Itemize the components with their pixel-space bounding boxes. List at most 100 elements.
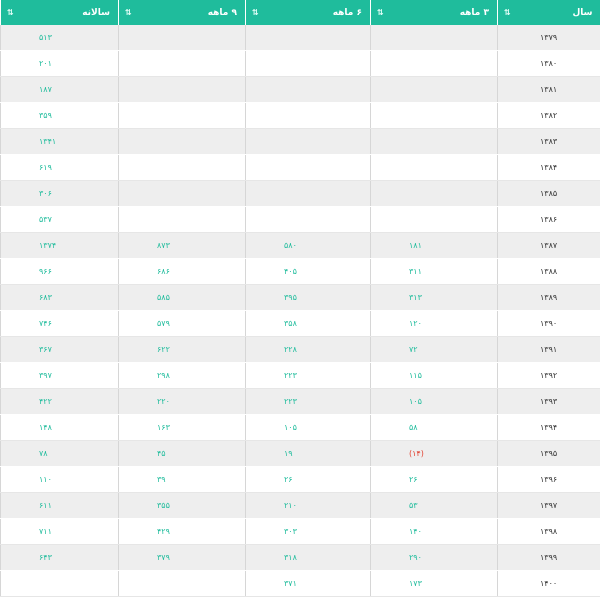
annual-cell: ۹۶۶ — [0, 258, 119, 285]
3-month-cell: ۵۳ — [370, 492, 498, 519]
sort-icon[interactable]: ⇅ — [125, 8, 132, 17]
table-row: ۱۳۹۶ ۲۶ ۲۶ ۳۹ ۱۱۰ — [0, 466, 600, 493]
9-month-cell — [118, 180, 246, 207]
3-month-cell — [370, 128, 498, 155]
annual-cell: ۴۲۲ — [0, 388, 119, 415]
annual-cell: ۱۴۸ — [0, 414, 119, 441]
year-cell: ۱۳۹۲ — [497, 362, 600, 389]
9-month-cell: ۶۸۶ — [118, 258, 246, 285]
table-row: ۱۳۸۵ ۳۰۶ — [0, 180, 600, 207]
9-month-cell — [118, 50, 246, 77]
header-year[interactable]: سال ⇅ — [497, 0, 600, 25]
6-month-cell: ۲۲۳ — [245, 362, 371, 389]
9-month-cell — [118, 570, 246, 597]
sort-icon[interactable]: ⇅ — [504, 8, 511, 17]
9-month-cell — [118, 102, 246, 129]
year-cell: ۱۳۸۳ — [497, 128, 600, 155]
year-cell: ۱۳۹۰ — [497, 310, 600, 337]
table-row: ۱۳۷۹ ۵۱۳ — [0, 25, 600, 51]
3-month-cell — [370, 25, 498, 51]
annual-cell: ۳۰۶ — [0, 180, 119, 207]
header-3-month[interactable]: ۳ ماهه ⇅ — [370, 0, 498, 25]
3-month-cell: ۷۲ — [370, 336, 498, 363]
table-row: ۱۳۸۹ ۳۱۳ ۳۹۵ ۵۸۵ ۶۸۳ — [0, 284, 600, 311]
6-month-cell — [245, 128, 371, 155]
annual-cell: ۳۹۷ — [0, 362, 119, 389]
3-month-cell: ۳۱۳ — [370, 284, 498, 311]
6-month-cell — [245, 180, 371, 207]
table-row: ۱۳۸۸ ۳۱۱ ۴۰۵ ۶۸۶ ۹۶۶ — [0, 258, 600, 285]
year-cell: ۱۳۸۲ — [497, 102, 600, 129]
annual-cell: ۱۱۰ — [0, 466, 119, 493]
annual-cell: ۶۱۱ — [0, 492, 119, 519]
annual-cell: ۵۳۷ — [0, 206, 119, 233]
table-row: ۱۳۹۰ ۱۲۰ ۳۵۸ ۵۷۹ ۷۴۶ — [0, 310, 600, 337]
year-cell: ۱۳۸۰ — [497, 50, 600, 77]
table-row: ۱۳۹۳ ۱۰۵ ۲۲۳ ۲۲۰ ۴۲۲ — [0, 388, 600, 415]
3-month-cell: ۱۰۵ — [370, 388, 498, 415]
9-month-cell — [118, 206, 246, 233]
3-month-cell — [370, 76, 498, 103]
table-row: ۱۳۸۱ ۱۸۷ — [0, 76, 600, 103]
header-9-month-label: ۹ ماهه — [207, 7, 237, 18]
header-row: سال ⇅ ۳ ماهه ⇅ ۶ ماهه ⇅ ۹ ماهه ⇅ سالانه ⇅ — [0, 0, 600, 25]
9-month-cell: ۵۸۵ — [118, 284, 246, 311]
6-month-cell: ۲۲۳ — [245, 388, 371, 415]
9-month-cell — [118, 25, 246, 51]
sort-icon[interactable]: ⇅ — [7, 8, 14, 17]
annual-cell: ۳۶۷ — [0, 336, 119, 363]
3-month-cell — [370, 154, 498, 181]
annual-cell: ۲۰۱ — [0, 50, 119, 77]
9-month-cell: ۴۲۹ — [118, 518, 246, 545]
annual-cell — [0, 570, 119, 597]
annual-cell: ۷۴۶ — [0, 310, 119, 337]
table-row: ۱۳۹۴ ۵۸ ۱۰۵ ۱۶۳ ۱۴۸ — [0, 414, 600, 441]
6-month-cell — [245, 25, 371, 51]
year-cell: ۱۳۹۷ — [497, 492, 600, 519]
3-month-cell: ۱۱۵ — [370, 362, 498, 389]
annual-cell: ۵۱۳ — [0, 25, 119, 51]
data-table: سال ⇅ ۳ ماهه ⇅ ۶ ماهه ⇅ ۹ ماهه ⇅ سالانه ⇅ ۱۳۷… — [0, 0, 600, 597]
year-cell: ۱۳۸۴ — [497, 154, 600, 181]
year-cell: ۱۳۸۷ — [497, 232, 600, 259]
table-row: ۱۳۸۰ ۲۰۱ — [0, 50, 600, 77]
6-month-cell: ۵۸۰ — [245, 232, 371, 259]
9-month-cell — [118, 154, 246, 181]
3-month-cell — [370, 180, 498, 207]
header-annual[interactable]: سالانه ⇅ — [0, 0, 119, 25]
9-month-cell — [118, 128, 246, 155]
year-cell: ۱۳۹۳ — [497, 388, 600, 415]
6-month-cell: ۲۲۸ — [245, 336, 371, 363]
3-month-cell: ۳۱۱ — [370, 258, 498, 285]
header-annual-label: سالانه — [82, 7, 110, 18]
table-row: ۱۳۹۵ (۱۴) ۱۹ ۴۵ ۷۸ — [0, 440, 600, 467]
header-6-month[interactable]: ۶ ماهه ⇅ — [245, 0, 371, 25]
9-month-cell: ۳۹ — [118, 466, 246, 493]
3-month-cell: ۱۴۰ — [370, 518, 498, 545]
table-row: ۱۳۸۳ ۱۳۴۱ — [0, 128, 600, 155]
6-month-cell — [245, 76, 371, 103]
6-month-cell — [245, 102, 371, 129]
header-3-month-label: ۳ ماهه — [459, 7, 489, 18]
6-month-cell: ۳۱۸ — [245, 544, 371, 571]
3-month-cell — [370, 102, 498, 129]
sort-icon[interactable]: ⇅ — [377, 8, 384, 17]
6-month-cell: ۳۰۳ — [245, 518, 371, 545]
3-month-cell: ۲۶ — [370, 466, 498, 493]
9-month-cell — [118, 76, 246, 103]
9-month-cell: ۱۶۳ — [118, 414, 246, 441]
9-month-cell: ۴۵ — [118, 440, 246, 467]
9-month-cell: ۲۹۸ — [118, 362, 246, 389]
sort-icon[interactable]: ⇅ — [252, 8, 259, 17]
annual-cell: ۱۳۷۴ — [0, 232, 119, 259]
6-month-cell: ۲۱۰ — [245, 492, 371, 519]
9-month-cell: ۳۵۵ — [118, 492, 246, 519]
6-month-cell: ۳۹۵ — [245, 284, 371, 311]
year-cell: ۱۳۸۶ — [497, 206, 600, 233]
table-row: ۱۴۰۰ ۱۷۳ ۳۷۱ — [0, 570, 600, 597]
table-row: ۱۳۸۷ ۱۸۱ ۵۸۰ ۸۷۳ ۱۳۷۴ — [0, 232, 600, 259]
table-row: ۱۳۹۷ ۵۳ ۲۱۰ ۳۵۵ ۶۱۱ — [0, 492, 600, 519]
header-9-month[interactable]: ۹ ماهه ⇅ — [118, 0, 246, 25]
9-month-cell: ۵۷۹ — [118, 310, 246, 337]
6-month-cell: ۱۰۵ — [245, 414, 371, 441]
